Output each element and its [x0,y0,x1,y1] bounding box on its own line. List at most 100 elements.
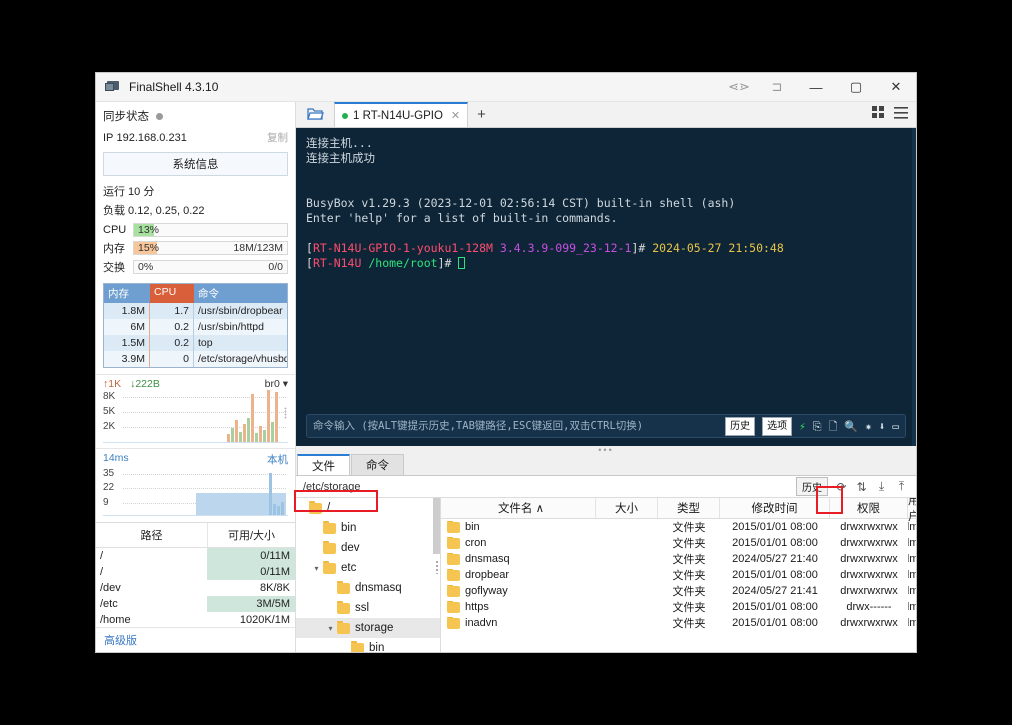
process-row[interactable]: 1.8M 1.7 /usr/sbin/dropbear [104,303,287,319]
path-input[interactable]: /etc/storage [298,481,796,493]
tree-item-/[interactable]: / [296,498,440,518]
col-header-size[interactable]: 大小 [596,498,658,518]
terminal-output[interactable]: 连接主机...连接主机成功 BusyBox v1.29.3 (2023-12-0… [296,128,916,446]
file-manager-tabs: 文件命令 [296,454,916,476]
file-row[interactable]: inadvn 文件夹 2015/01/01 08:00 drwxrwxrwx a… [441,615,916,631]
file-row[interactable]: dnsmasq 文件夹 2024/05/27 21:40 drwxrwxrwx … [441,551,916,567]
command-options-button[interactable]: 选项 [762,417,792,436]
col-header-mtime[interactable]: 修改时间 [720,498,830,518]
net-ylabel-0: 8K [103,391,117,402]
file-manager-tab-1[interactable]: 命令 [351,454,404,475]
process-cpu-1: 0.2 [150,319,194,335]
open-folder-icon[interactable] [296,101,334,127]
close-button[interactable]: ✕ [876,73,916,101]
process-table-header: 内存 CPU 命令 [104,284,287,303]
file-type-6: 文件夹 [658,615,720,631]
file-manager-tab-0[interactable]: 文件 [297,454,350,475]
col-header-permissions[interactable]: 权限 [830,498,908,518]
maximize-button[interactable]: ▢ [836,73,876,101]
gear-icon[interactable]: ✷ [865,419,872,434]
process-row[interactable]: 1.5M 0.2 top [104,335,287,351]
splitter-grip-icon: ••• [598,448,613,452]
copy-icon[interactable]: ⎘ [813,419,822,434]
chevron-down-icon: ▾ [283,378,288,390]
disk-row[interactable]: /etc 3M/5M [96,596,295,612]
network-interface-selector[interactable]: br0 ▾ [265,378,288,390]
prompt1-bracket-close: ]# [631,241,652,255]
ping-ylabel-2: 9 [103,497,111,508]
process-row[interactable]: 3.9M 0 /etc/storage/vhusbd... [104,351,287,367]
paste-icon[interactable]: 🗋 [829,419,838,434]
advanced-version-link[interactable]: 高级版 [96,627,295,652]
tree-item-etc[interactable]: ▾ etc [296,558,440,578]
minimize-button[interactable]: — [796,73,836,101]
file-row[interactable]: bin 文件夹 2015/01/01 08:00 drwxrwxrwx admi… [441,519,916,535]
disk-row[interactable]: /home 1020K/1M [96,612,295,627]
upload-icon[interactable]: ⤒ [895,479,908,494]
file-row[interactable]: goflyway 文件夹 2024/05/27 21:41 drwxrwxrwx… [441,583,916,599]
toggle-panel-icon[interactable]: ⊐ [758,73,796,101]
chevron-down-icon[interactable]: ▾ [310,564,323,573]
disk-table-header: 路径 可用/大小 [96,523,295,548]
disk-rows: / 0/11M / 0/11M /dev 8K/8K /etc 3M/5M /h… [96,548,295,627]
bolt-icon[interactable]: ⚡ [799,419,806,434]
close-tab-icon[interactable]: ✕ [451,109,460,122]
process-row[interactable]: 6M 0.2 /usr/sbin/httpd [104,319,287,335]
system-info-button[interactable]: 系统信息 [103,152,288,176]
process-rows: 1.8M 1.7 /usr/sbin/dropbear 6M 0.2 /usr/… [104,303,287,367]
directory-tree: / bin dev ▾ etc dnsmasq ssl ▾ storage bi… [296,498,441,652]
prompt2-host: RT-N14U [313,256,361,270]
file-name-6: inadvn [441,617,596,629]
file-permissions-1: drwxrwxrwx [830,537,908,549]
prompt1-version: 3.4.3.9-099_23-12-1 [500,241,632,255]
file-name-2: dnsmasq [441,553,596,565]
terminal-prompt-line-1: [RT-N14U-GPIO-1-youku1-128M 3.4.3.9-099_… [306,241,908,256]
tree-item-dnsmasq[interactable]: dnsmasq [296,578,440,598]
disk-path-2: /dev [96,580,207,596]
tree-item-bin[interactable]: bin [296,518,440,538]
panel-splitter[interactable]: ••• [296,446,916,454]
command-history-button[interactable]: 历史 [725,417,755,436]
file-name-0: bin [441,521,596,533]
chevron-down-icon[interactable]: ▾ [324,624,337,633]
up-transfer-icon[interactable]: ⇅ [855,480,868,494]
grid-view-icon[interactable] [872,106,885,124]
tree-item-bin[interactable]: bin [296,638,440,652]
disk-row[interactable]: / 0/11M [96,548,295,564]
new-tab-button[interactable]: + [468,103,495,127]
download-icon[interactable]: ⤓ [875,479,888,494]
tree-scrollbar[interactable] [433,498,440,554]
copy-ip-button[interactable]: 复制 [267,130,288,145]
window-icon[interactable]: ▭ [892,419,899,434]
file-row[interactable]: dropbear 文件夹 2015/01/01 08:00 drwxrwxrwx… [441,567,916,583]
file-type-0: 文件夹 [658,519,720,535]
disk-row[interactable]: /dev 8K/8K [96,580,295,596]
tree-item-storage[interactable]: ▾ storage [296,618,440,638]
tree-item-label-5: ssl [355,602,369,614]
col-header-filename[interactable]: 文件名 ∧ [441,498,596,518]
disk-row[interactable]: / 0/11M [96,564,295,580]
pin-panel-icon[interactable]: ⋖⋗ [720,73,758,101]
folder-icon [447,586,460,597]
col-header-cpu: CPU [150,284,194,303]
refresh-icon[interactable]: ⟳ [835,480,848,494]
tree-item-ssl[interactable]: ssl [296,598,440,618]
menu-icon[interactable] [894,106,908,124]
tree-item-label-0: / [327,502,330,514]
graph-resize-dots[interactable] [284,407,287,419]
terminal-scrollbar[interactable] [912,128,916,446]
terminal-tab[interactable]: 1 RT-N14U-GPIO ✕ [334,102,468,127]
file-row[interactable]: cron 文件夹 2015/01/01 08:00 drwxrwxrwx adm… [441,535,916,551]
col-header-type[interactable]: 类型 [658,498,720,518]
disk-path-4: /home [96,612,207,627]
tree-resize-dots[interactable] [435,560,439,574]
file-type-3: 文件夹 [658,567,720,583]
col-header-user[interactable]: 用户/ [908,498,916,518]
file-row[interactable]: https 文件夹 2015/01/01 08:00 drwx------ ad… [441,599,916,615]
path-history-button[interactable]: 历史 [796,477,828,496]
command-input-bar[interactable]: 命令输入 (按ALT键提示历史,TAB键路径,ESC键返回,双击CTRL切换) … [306,414,906,438]
meter-label-1: 内存 [103,240,133,256]
download-icon[interactable]: ⬇ [879,419,886,434]
tree-item-dev[interactable]: dev [296,538,440,558]
search-icon[interactable]: 🔍 [844,419,858,434]
